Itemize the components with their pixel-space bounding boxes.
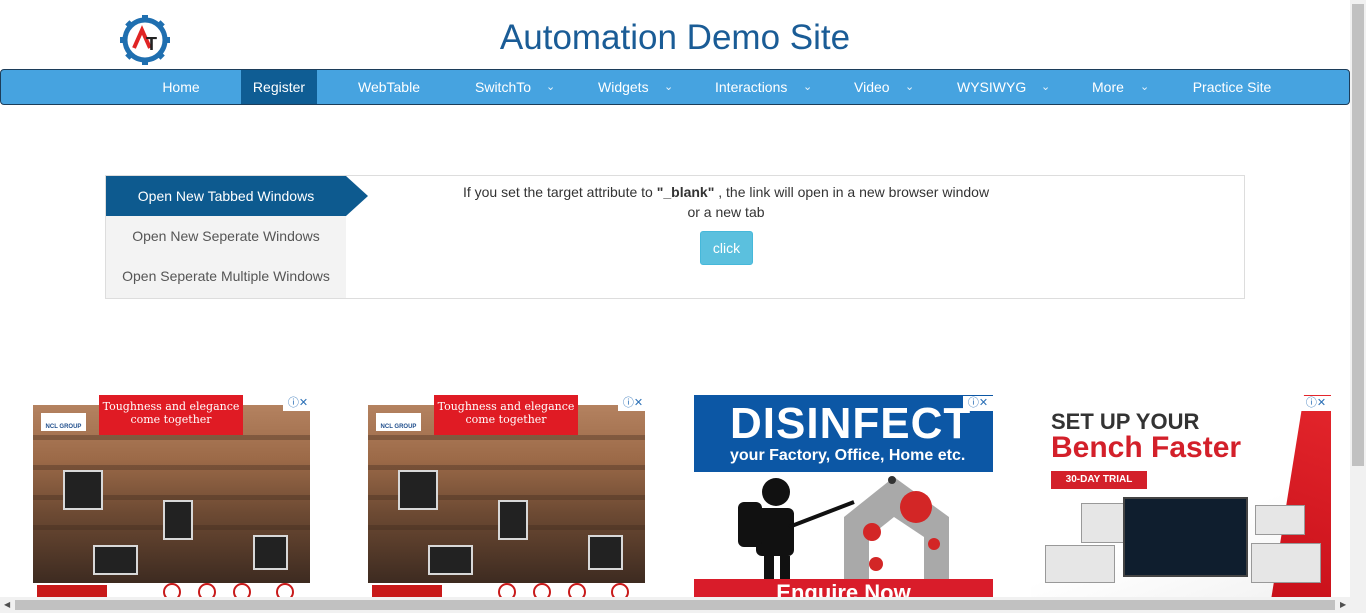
description-prefix: If you set the target attribute to [462,184,657,200]
description-suffix: , the link will open in a new browser wi… [687,184,990,220]
tab-label: Open New Seperate Windows [132,228,320,244]
active-tab-arrow [346,176,368,216]
chevron-down-icon: ⌄ [1041,81,1051,93]
vertical-scroll-thumb[interactable] [1352,4,1364,466]
chevron-down-icon: ⌄ [803,81,813,93]
adchoices-close-icon[interactable]: ⓘ✕ [618,396,648,411]
nav-wysiwyg[interactable]: WYSIWYG ⌄ [948,70,1058,104]
nav-webtable-label: WebTable [357,79,420,95]
nav-practice-site[interactable]: Practice Site [1181,70,1283,104]
instrument-image [1045,545,1115,583]
nav-widgets-label: Widgets [598,79,649,95]
adchoices-close-icon[interactable]: ⓘ✕ [283,396,313,411]
vertical-scrollbar[interactable] [1350,0,1366,597]
disinfect-illustration-icon [738,476,949,579]
nav-video-label: Video [854,79,890,95]
chevron-down-icon: ⌄ [664,81,674,93]
adchoices-close-icon[interactable]: ⓘ✕ [963,396,993,411]
horizontal-scrollbar[interactable]: ◀ ▶ [0,597,1366,613]
nav-interactions[interactable]: Interactions ⌄ [706,70,818,104]
main-navbar: Home Register WebTable SwitchTo ⌄ Widget… [0,69,1350,105]
instrument-image [1255,505,1305,535]
nav-switchto[interactable]: SwitchTo ⌄ [466,70,562,104]
description-code: "_blank" [656,184,715,200]
ad-headline-line2: Bench Faster [1051,431,1242,464]
nav-practice-site-label: Practice Site [1192,79,1272,95]
ad-headline-line1: Toughness and elegance [102,400,240,413]
click-button[interactable]: click [700,231,753,265]
ad-header: DISINFECT your Factory, Office, Home etc… [694,395,993,472]
trial-badge: 30-DAY TRIAL [1051,471,1147,489]
chevron-down-icon: ⌄ [546,81,556,93]
scroll-right-icon[interactable]: ▶ [1340,600,1346,609]
ad-banner-disinfect[interactable]: DISINFECT your Factory, Office, Home etc… [694,395,993,600]
nav-wysiwyg-label: WYSIWYG [957,79,1027,95]
tab-label: Open Seperate Multiple Windows [122,268,330,284]
ncl-logo: NCL GROUP [41,413,86,431]
tab-open-seperate-multiple-windows[interactable]: Open Seperate Multiple Windows [106,256,346,298]
nav-more-label: More [1092,79,1124,95]
ad-banner-house-1[interactable]: NCL GROUP Toughness and elegance come to… [33,395,313,600]
nav-register[interactable]: Register [241,70,317,104]
nav-webtable[interactable]: WebTable [349,70,429,104]
monitor-image [1123,497,1248,577]
tab-label: Open New Tabbed Windows [137,188,315,204]
ad-headline: DISINFECT [730,399,972,448]
ad-banner-bench[interactable]: SET UP YOUR Bench Faster 30-DAY TRIAL ⓘ✕ [1031,395,1331,600]
ad-headline-line2: come together [465,413,547,426]
chevron-down-icon: ⌄ [905,81,915,93]
chevron-down-icon: ⌄ [1140,81,1150,93]
adchoices-close-icon[interactable]: ⓘ✕ [1301,396,1331,411]
scroll-left-icon[interactable]: ◀ [4,600,10,609]
nav-switchto-label: SwitchTo [475,79,532,95]
nav-home[interactable]: Home [146,70,216,104]
ad-subline: your Factory, Office, Home etc. [730,447,966,464]
nav-home-label: Home [162,79,200,95]
ad-headline: Toughness and elegance come together [99,395,243,435]
nav-video[interactable]: Video ⌄ [846,70,921,104]
ad-headline-line1: Toughness and elegance [437,400,575,413]
nav-register-label: Register [252,79,306,95]
page: T Automation Demo Site Home Register Web… [0,0,1366,613]
ad-headline: Toughness and elegance come together [434,395,578,435]
nav-more[interactable]: More ⌄ [1084,70,1156,104]
nav-widgets[interactable]: Widgets ⌄ [589,70,679,104]
site-title: Automation Demo Site [499,18,851,57]
ad-headline-line2: come together [130,413,212,426]
tab-open-new-seperate-windows[interactable]: Open New Seperate Windows [106,216,346,256]
ncl-logo: NCL GROUP [376,413,421,431]
horizontal-scroll-thumb[interactable] [15,600,1335,610]
ad-illustration [694,472,993,579]
ad-banner-house-2[interactable]: NCL GROUP Toughness and elegance come to… [368,395,648,600]
instrument-image [1251,543,1321,583]
tab-description: If you set the target attribute to "_bla… [456,182,996,222]
tab-open-new-tabbed-windows[interactable]: Open New Tabbed Windows [106,176,346,216]
windows-panel: Open New Tabbed Windows Open New Seperat… [105,175,1245,299]
nav-interactions-label: Interactions [715,79,788,95]
